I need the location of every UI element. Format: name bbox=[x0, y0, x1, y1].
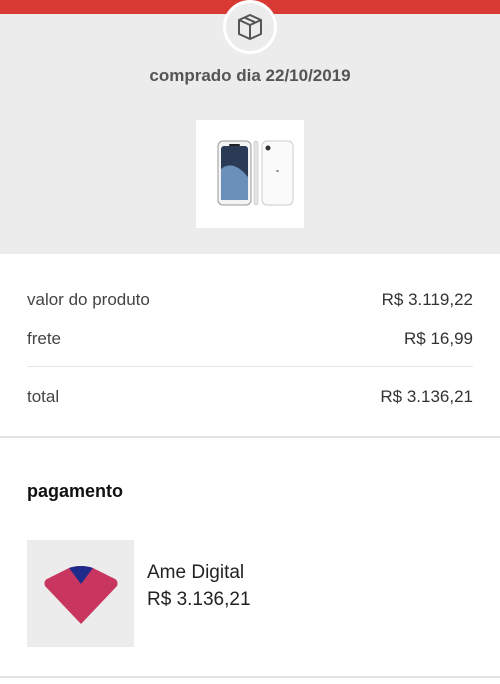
shipping-label: frete bbox=[27, 329, 62, 348]
payment-method-logo bbox=[27, 540, 134, 647]
order-header: comprado dia 22/10/2019 bbox=[0, 0, 500, 254]
product-value-label: valor do produto bbox=[27, 290, 150, 309]
shipping-amount: R$ 16,99 bbox=[404, 329, 473, 348]
payment-method-amount: R$ 3.136,21 bbox=[147, 589, 251, 610]
package-box-icon bbox=[238, 14, 262, 40]
product-thumbnail[interactable] bbox=[196, 120, 304, 228]
payment-section-title: pagamento bbox=[27, 481, 124, 501]
shipping-row: frete R$ 16,99 bbox=[27, 329, 473, 349]
package-badge bbox=[223, 0, 277, 54]
summary-divider bbox=[27, 366, 473, 367]
payment-method-name: Ame Digital bbox=[147, 562, 245, 583]
total-amount: R$ 3.136,21 bbox=[380, 387, 473, 406]
purchase-date: comprado dia 22/10/2019 bbox=[149, 66, 351, 85]
product-value-amount: R$ 3.119,22 bbox=[381, 290, 473, 309]
order-summary: valor do produto R$ 3.119,22 frete R$ 16… bbox=[0, 254, 500, 438]
ame-digital-logo-icon bbox=[44, 565, 117, 624]
bottom-divider bbox=[0, 676, 500, 678]
phone-product-image bbox=[217, 140, 294, 206]
total-label: total bbox=[27, 387, 60, 406]
product-value-row: valor do produto R$ 3.119,22 bbox=[27, 290, 473, 310]
total-row: total R$ 3.136,21 bbox=[27, 387, 473, 407]
